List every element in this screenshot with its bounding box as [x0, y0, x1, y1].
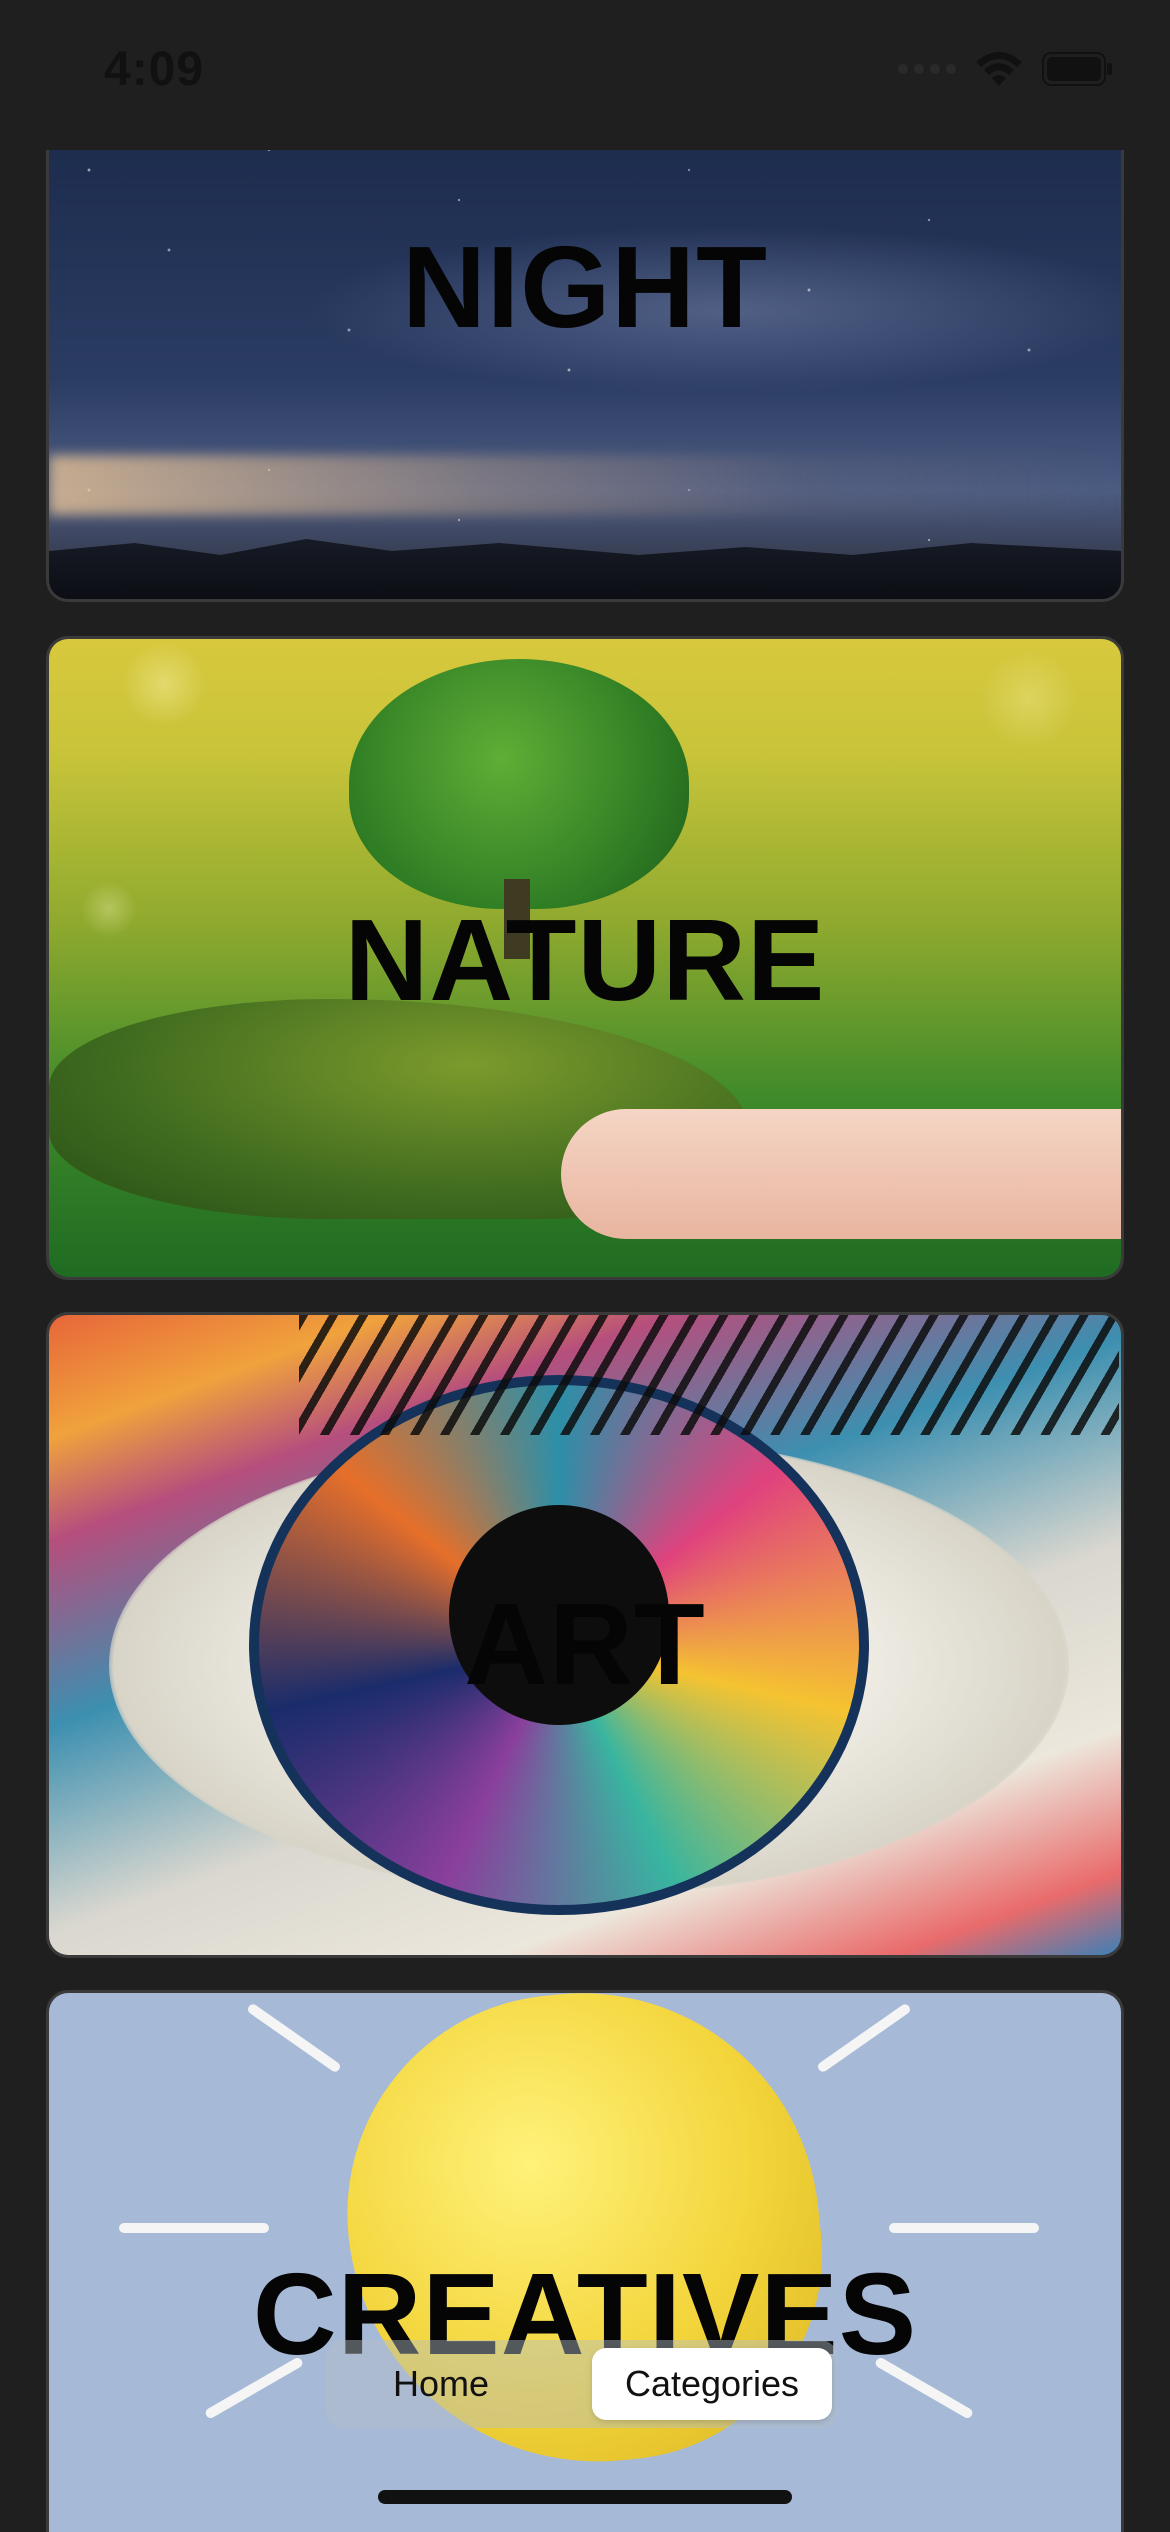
battery-icon [1042, 52, 1112, 86]
home-indicator[interactable] [378, 2490, 792, 2504]
category-title: NATURE [344, 895, 826, 1025]
category-card-art[interactable]: ART [46, 1312, 1124, 1958]
category-card-nature[interactable]: NATURE [46, 636, 1124, 1280]
status-icons [898, 50, 1114, 88]
category-title: ART [464, 1579, 706, 1709]
tab-bar: Home Categories [326, 2340, 838, 2428]
status-time: 4:09 [104, 43, 205, 96]
app-screen: 4:09 NIGHT NATURE ART CREATIVES Home Cat… [0, 0, 1170, 2532]
status-bar: 4:09 [0, 0, 1170, 150]
tab-home[interactable]: Home [346, 2348, 536, 2420]
category-title: NIGHT [402, 222, 768, 352]
cellular-signal-icon [898, 64, 956, 74]
night-sky-image [49, 110, 1121, 599]
tab-categories[interactable]: Categories [592, 2348, 832, 2420]
wifi-icon [976, 52, 1022, 86]
category-card-creatives[interactable]: CREATIVES [46, 1990, 1124, 2532]
category-card-night[interactable]: NIGHT [46, 110, 1124, 602]
